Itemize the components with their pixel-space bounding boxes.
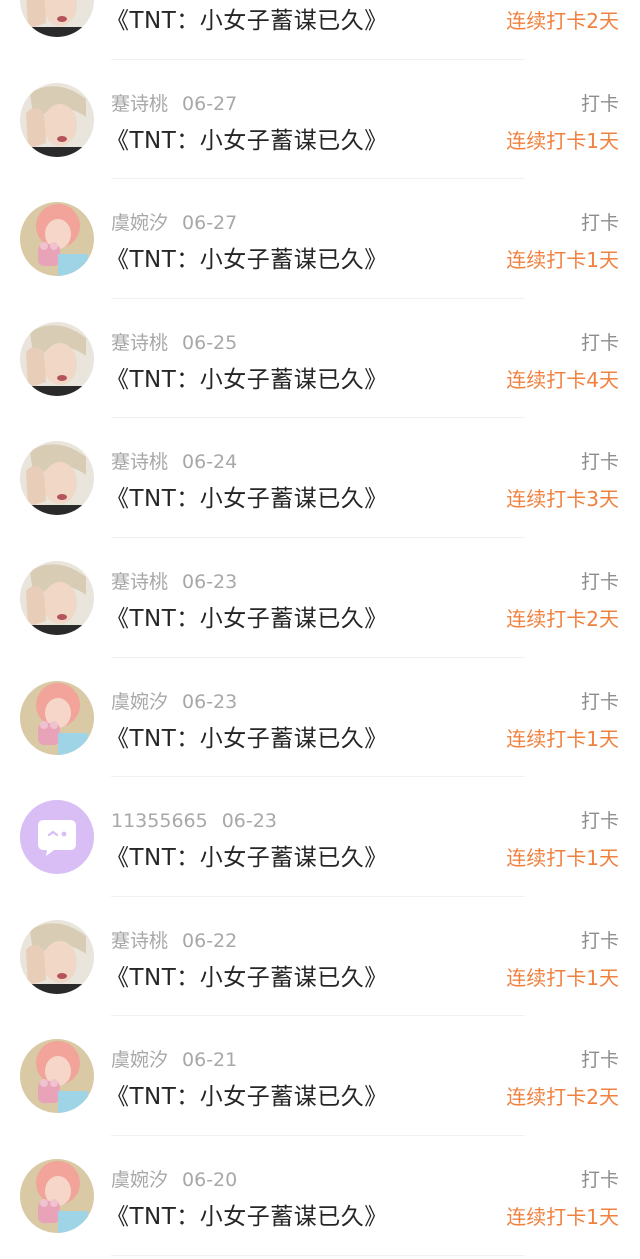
post-meta: 蹇诗桃 06-27: [111, 92, 237, 116]
username[interactable]: 蹇诗桃: [111, 93, 168, 115]
checkin-label: 打卡: [580, 570, 619, 593]
checkin-label: 打卡: [580, 331, 619, 354]
checkin-list: 《TNT：小女子蓄谋已久》 连续打卡2天 蹇诗桃 06-27 《TNT：小女子蓄谋…: [0, 0, 640, 1256]
list-item[interactable]: 蹇诗桃 06-27 《TNT：小女子蓄谋已久》 打卡 连续打卡1天: [0, 60, 640, 180]
avatar[interactable]: [20, 919, 94, 994]
list-item[interactable]: 虞婉汐 06-27 《TNT：小女子蓄谋已久》 打卡 连续打卡1天: [0, 179, 640, 299]
book-title[interactable]: 《TNT：小女子蓄谋已久》: [106, 963, 388, 993]
streak-label: 连续打卡1天: [506, 726, 619, 751]
post-date: 06-24: [182, 451, 238, 474]
streak-label: 连续打卡1天: [506, 965, 619, 990]
blonde-portrait-avatar-icon: [20, 321, 94, 396]
book-title[interactable]: 《TNT：小女子蓄谋已久》: [106, 126, 388, 156]
book-title[interactable]: 《TNT：小女子蓄谋已久》: [106, 1202, 388, 1232]
streak-label: 连续打卡2天: [506, 1085, 619, 1110]
streak-label: 连续打卡3天: [506, 487, 619, 512]
avatar[interactable]: [20, 0, 94, 37]
list-item[interactable]: 蹇诗桃 06-23 《TNT：小女子蓄谋已久》 打卡 连续打卡2天: [0, 538, 640, 658]
checkin-label: 打卡: [580, 451, 619, 474]
list-item[interactable]: 虞婉汐 06-23 《TNT：小女子蓄谋已久》 打卡 连续打卡1天: [0, 658, 640, 778]
post-date: 06-23: [221, 810, 277, 833]
post-date: 06-23: [182, 690, 238, 713]
avatar[interactable]: [20, 560, 94, 635]
username[interactable]: 蹇诗桃: [111, 930, 168, 952]
username[interactable]: 虞婉汐: [111, 212, 168, 234]
post-meta: 虞婉汐 06-23: [111, 690, 237, 714]
book-title[interactable]: 《TNT：小女子蓄谋已久》: [106, 1082, 388, 1112]
book-title[interactable]: 《TNT：小女子蓄谋已久》: [106, 604, 388, 634]
post-date: 06-27: [182, 92, 238, 115]
avatar[interactable]: [20, 800, 94, 875]
streak-label: 连续打卡1天: [506, 128, 619, 153]
post-meta: 蹇诗桃 06-25: [111, 331, 237, 355]
list-item[interactable]: 虞婉汐 06-20 《TNT：小女子蓄谋已久》 打卡 连续打卡1天: [0, 1136, 640, 1256]
username[interactable]: 虞婉汐: [111, 1049, 168, 1071]
list-item[interactable]: 蹇诗桃 06-25 《TNT：小女子蓄谋已久》 打卡 连续打卡4天: [0, 299, 640, 419]
checkin-label: 打卡: [580, 810, 619, 833]
blonde-portrait-avatar-icon: [20, 560, 94, 635]
avatar[interactable]: [20, 82, 94, 157]
list-item[interactable]: 蹇诗桃 06-24 《TNT：小女子蓄谋已久》 打卡 连续打卡3天: [0, 418, 640, 538]
blonde-portrait-avatar-icon: [20, 82, 94, 157]
avatar[interactable]: [20, 1158, 94, 1233]
book-title[interactable]: 《TNT：小女子蓄谋已久》: [106, 245, 388, 275]
blonde-portrait-avatar-icon: [20, 0, 94, 37]
pink-hair-portrait-avatar-icon: [20, 1039, 94, 1114]
checkin-label: 打卡: [580, 1049, 619, 1072]
username[interactable]: 蹇诗桃: [111, 451, 168, 473]
divider: [111, 1254, 525, 1256]
post-meta: 虞婉汐 06-27: [111, 211, 237, 235]
username[interactable]: 11355665: [111, 810, 208, 832]
post-date: 06-21: [182, 1049, 238, 1072]
book-title[interactable]: 《TNT：小女子蓄谋已久》: [106, 843, 388, 873]
checkin-label: 打卡: [580, 212, 619, 235]
avatar[interactable]: [20, 441, 94, 516]
pink-hair-portrait-avatar-icon: [20, 680, 94, 755]
pink-hair-portrait-avatar-icon: [20, 1158, 94, 1233]
book-title[interactable]: 《TNT：小女子蓄谋已久》: [106, 484, 388, 514]
streak-label: 连续打卡2天: [506, 606, 619, 631]
checkin-label: 打卡: [580, 929, 619, 952]
username[interactable]: 虞婉汐: [111, 691, 168, 713]
streak-label: 连续打卡1天: [506, 248, 619, 273]
blonde-portrait-avatar-icon: [20, 919, 94, 994]
post-date: 06-25: [182, 331, 238, 354]
book-title[interactable]: 《TNT：小女子蓄谋已久》: [106, 6, 388, 36]
post-meta: 虞婉汐 06-21: [111, 1048, 237, 1072]
avatar[interactable]: [20, 321, 94, 396]
streak-label: 连续打卡2天: [506, 9, 619, 33]
list-item[interactable]: 虞婉汐 06-21 《TNT：小女子蓄谋已久》 打卡 连续打卡2天: [0, 1016, 640, 1136]
post-date: 06-23: [182, 570, 238, 593]
chat-bubble-icon: [20, 800, 94, 875]
avatar[interactable]: [20, 202, 94, 277]
post-date: 06-27: [182, 212, 238, 235]
username[interactable]: 蹇诗桃: [111, 332, 168, 354]
post-meta: 蹇诗桃 06-22: [111, 929, 237, 953]
avatar[interactable]: [20, 1039, 94, 1114]
streak-label: 连续打卡1天: [506, 846, 619, 871]
checkin-label: 打卡: [580, 92, 619, 115]
username[interactable]: 蹇诗桃: [111, 571, 168, 593]
post-date: 06-22: [182, 929, 238, 952]
checkin-label: 打卡: [580, 1168, 619, 1191]
list-item[interactable]: 蹇诗桃 06-22 《TNT：小女子蓄谋已久》 打卡 连续打卡1天: [0, 897, 640, 1017]
book-title[interactable]: 《TNT：小女子蓄谋已久》: [106, 724, 388, 754]
username[interactable]: 虞婉汐: [111, 1169, 168, 1191]
avatar[interactable]: [20, 680, 94, 755]
post-date: 06-20: [182, 1168, 238, 1191]
book-title[interactable]: 《TNT：小女子蓄谋已久》: [106, 365, 388, 395]
post-meta: 11355665 06-23: [111, 809, 277, 833]
list-item[interactable]: 11355665 06-23 《TNT：小女子蓄谋已久》 打卡 连续打卡1天: [0, 777, 640, 897]
list-item[interactable]: 《TNT：小女子蓄谋已久》 连续打卡2天: [0, 0, 640, 60]
post-meta: 虞婉汐 06-20: [111, 1168, 237, 1192]
post-meta: 蹇诗桃 06-23: [111, 570, 237, 594]
checkin-label: 打卡: [580, 690, 619, 713]
streak-label: 连续打卡4天: [506, 367, 619, 392]
post-meta: 蹇诗桃 06-24: [111, 450, 237, 474]
pink-hair-portrait-avatar-icon: [20, 202, 94, 277]
streak-label: 连续打卡1天: [506, 1204, 619, 1229]
blonde-portrait-avatar-icon: [20, 441, 94, 516]
